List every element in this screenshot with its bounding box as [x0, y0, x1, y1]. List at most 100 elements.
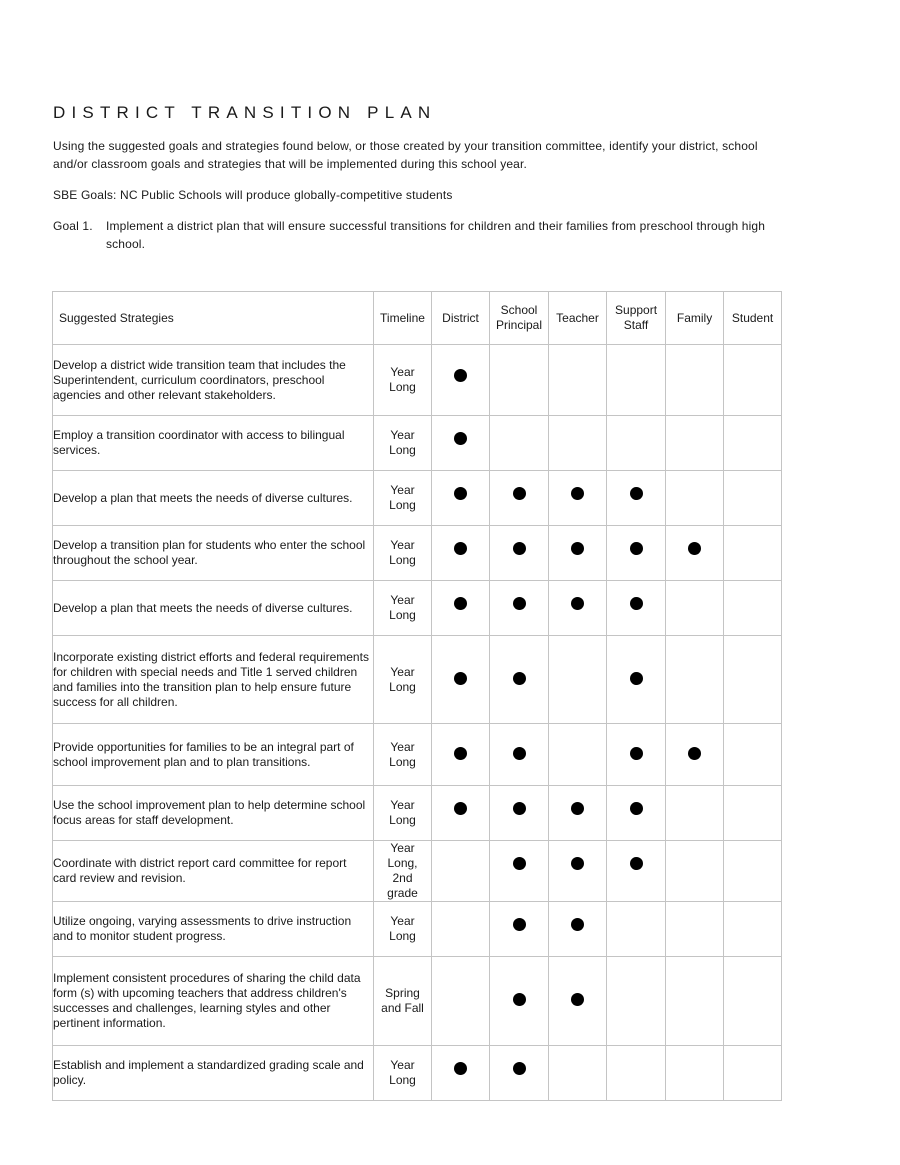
mark-cell-family [665, 635, 725, 724]
mark-cell-support-staff [606, 785, 667, 841]
intro-paragraph: Using the suggested goals and strategies… [53, 139, 758, 171]
mark-cell-school-principal [488, 635, 550, 724]
mark-cell-family [665, 785, 725, 841]
mark-cell-family [665, 344, 725, 416]
table-body: Develop a district wide transition team … [52, 344, 783, 1101]
responsibility-dot-icon [629, 857, 643, 870]
timeline-cell: Year Long [373, 525, 432, 581]
strategy-cell: Implement consistent procedures of shari… [52, 956, 374, 1046]
responsibility-dot-icon [571, 857, 585, 870]
timeline-text: Year Long [389, 538, 416, 567]
strategy-cell: Provide opportunities for families to be… [52, 723, 374, 786]
responsibility-dot-icon [629, 746, 643, 760]
sbe-goals: SBE Goals: NC Public Schools will produc… [53, 188, 453, 202]
table-row: Coordinate with district report card com… [52, 840, 783, 902]
mark-cell-teacher [548, 344, 608, 416]
timeline-cell: Year Long, 2nd grade [373, 840, 432, 902]
mark-cell-student [723, 901, 783, 957]
responsibility-dot-icon [688, 542, 702, 555]
table-row: Incorporate existing district efforts an… [52, 635, 783, 724]
responsibility-dot-icon [571, 487, 585, 500]
mark-cell-support-staff [606, 415, 667, 471]
mark-cell-family [665, 723, 725, 786]
responsibility-dot-icon [571, 993, 585, 1006]
timeline-cell: Year Long [373, 635, 432, 724]
timeline-text: Year Long [389, 593, 416, 622]
mark-cell-student [723, 525, 783, 581]
strategy-cell: Coordinate with district report card com… [52, 840, 374, 902]
mark-cell-district [431, 580, 490, 636]
mark-cell-support-staff [606, 580, 667, 636]
header-family: Family [665, 291, 725, 345]
timeline-cell: Year Long [373, 1045, 432, 1101]
goal-label: Goal 1. [53, 219, 93, 233]
mark-cell-district [431, 635, 490, 724]
table-row: Develop a district wide transition team … [52, 344, 783, 416]
timeline-cell: Year Long [373, 415, 432, 471]
mark-cell-school-principal [488, 723, 550, 786]
timeline-text: Year Long [389, 365, 416, 394]
responsibility-dot-icon [454, 802, 467, 815]
mark-cell-district [431, 344, 490, 416]
table-row: Employ a transition coordinator with acc… [52, 415, 783, 471]
page-title: DISTRICT TRANSITION PLAN [53, 103, 437, 122]
timeline-text: Year Long [389, 428, 416, 457]
strategy-cell: Use the school improvement plan to help … [52, 785, 374, 841]
mark-cell-student [723, 415, 783, 471]
mark-cell-teacher [548, 470, 608, 526]
timeline-text: Spring and Fall [381, 986, 424, 1015]
responsibility-dot-icon [512, 671, 526, 685]
mark-cell-school-principal [488, 415, 550, 471]
timeline-text: Year Long [389, 798, 416, 827]
mark-cell-school-principal [488, 956, 550, 1046]
responsibility-dot-icon [512, 746, 526, 760]
responsibility-dot-icon [454, 746, 467, 760]
mark-cell-district [431, 956, 490, 1046]
table-row: Provide opportunities for families to be… [52, 723, 783, 786]
mark-cell-student [723, 344, 783, 416]
timeline-cell: Year Long [373, 785, 432, 841]
timeline-text: Year Long [389, 739, 416, 769]
timeline-text: Year Long [389, 664, 416, 694]
mark-cell-teacher [548, 415, 608, 471]
mark-cell-student [723, 1045, 783, 1101]
mark-cell-student [723, 785, 783, 841]
mark-cell-family [665, 1045, 725, 1101]
responsibility-dot-icon [454, 369, 467, 382]
timeline-text: Year Long [389, 1058, 416, 1087]
table-row: Develop a plan that meets the needs of d… [52, 580, 783, 636]
mark-cell-school-principal [488, 470, 550, 526]
responsibility-dot-icon [512, 487, 526, 500]
mark-cell-district [431, 901, 490, 957]
timeline-cell: Year Long [373, 344, 432, 416]
mark-cell-student [723, 840, 783, 902]
mark-cell-support-staff [606, 635, 667, 724]
mark-cell-student [723, 470, 783, 526]
mark-cell-support-staff [606, 470, 667, 526]
responsibility-dot-icon [454, 1062, 467, 1075]
responsibility-dot-icon [454, 671, 467, 685]
header-timeline: Timeline [373, 291, 432, 345]
responsibility-dot-icon [571, 918, 585, 931]
timeline-text: Year Long [389, 483, 416, 512]
mark-cell-district [431, 415, 490, 471]
responsibility-dot-icon [512, 597, 526, 610]
responsibility-dot-icon [571, 597, 585, 610]
mark-cell-teacher [548, 525, 608, 581]
table-row: Develop a transition plan for students w… [52, 525, 783, 581]
table-row: Develop a plan that meets the needs of d… [52, 470, 783, 526]
table-header-row: Suggested Strategies Timeline District S… [52, 291, 783, 345]
mark-cell-support-staff [606, 840, 667, 902]
strategy-cell: Develop a plan that meets the needs of d… [52, 580, 374, 636]
mark-cell-teacher [548, 723, 608, 786]
responsibility-dot-icon [571, 542, 585, 555]
mark-cell-support-staff [606, 901, 667, 957]
goal-statement: Goal 1. Implement a district plan that w… [53, 217, 793, 253]
mark-cell-teacher [548, 580, 608, 636]
mark-cell-teacher [548, 956, 608, 1046]
strategy-cell: Develop a transition plan for students w… [52, 525, 374, 581]
mark-cell-family [665, 525, 725, 581]
responsibility-dot-icon [629, 671, 643, 685]
timeline-cell: Spring and Fall [373, 956, 432, 1046]
mark-cell-family [665, 956, 725, 1046]
